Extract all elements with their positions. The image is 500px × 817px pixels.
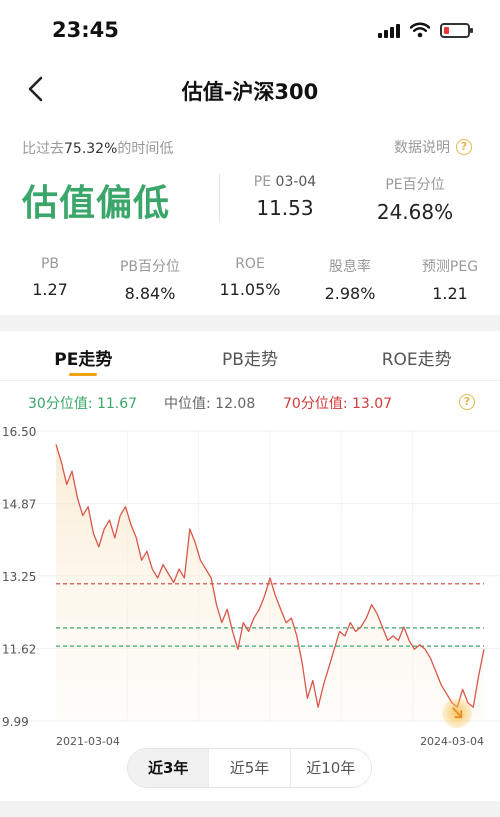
compare-text: 比过去75.32%的时间低 [22, 138, 173, 158]
range-10y-button[interactable]: 近10年 [291, 749, 371, 787]
percentile-legend: 30分位值: 11.67 中位值: 12.08 70分位值: 13.07 ? [0, 393, 500, 417]
stat-pb-percentile: PB百分位 8.84% [100, 256, 200, 303]
compare-prefix: 比过去 [22, 141, 64, 157]
trend-chart-card: PE走势 PB走势 ROE走势 30分位值: 11.67 中位值: 12.08 … [0, 331, 500, 801]
x-tick-label: 2021-03-04 [56, 735, 120, 746]
y-tick-label: 9.99 [2, 715, 29, 729]
stat-pb: PB 1.27 [0, 256, 100, 303]
pe-percentile-value: 24.68% [376, 200, 454, 224]
tab-pb-trend[interactable]: PB走势 [167, 331, 334, 380]
data-explain-link[interactable]: 数据说明 ? [394, 137, 472, 157]
p30-value: 11.67 [96, 396, 138, 412]
vertical-divider [219, 174, 220, 222]
pe-label-row: PE 03-04 [240, 174, 330, 190]
status-icons [378, 22, 473, 38]
pe-label: PE [253, 174, 272, 190]
valuation-summary-card: 比过去75.32%的时间低 数据说明 ? 估值偏低 PE 03-04 11.53… [0, 118, 500, 315]
pe-trend-chart: 16.50 14.87 13.25 11.62 9.99 2021-03-04 2024-0… [0, 425, 500, 746]
range-3y-button[interactable]: 近3年 [128, 749, 210, 787]
valuation-status: 估值偏低 [22, 183, 171, 224]
stat-value: 8.84% [124, 284, 176, 303]
median-value: 12.08 [215, 396, 256, 412]
p70-legend: 70分位值: 13.07 [283, 393, 392, 413]
x-tick-label: 2024-03-04 [420, 735, 484, 746]
stat-value: 11.05% [219, 280, 281, 299]
stats-row: PB 1.27 PB百分位 8.84% ROE 11.05% 股息率 2.98%… [0, 256, 500, 303]
pe-value: 11.53 [256, 196, 314, 220]
stat-label: 股息率 [329, 259, 371, 275]
stat-label: PB [40, 256, 60, 272]
time-range-switch: 近3年 近5年 近10年 [127, 748, 372, 788]
p70-value: 13.07 [351, 396, 393, 412]
nav-bar: 估值-沪深300 [0, 62, 500, 118]
chart-help-icon[interactable]: ? [459, 394, 475, 410]
p30-legend: 30分位值: 11.67 [28, 393, 137, 413]
stat-value: 2.98% [324, 284, 376, 303]
stat-forecast-peg: 预测PEG 1.21 [400, 256, 500, 303]
compare-value: 75.32% [64, 141, 118, 157]
pe-percentile-label: PE百分位 [385, 177, 445, 193]
tab-roe-trend[interactable]: ROE走势 [333, 331, 500, 380]
stat-roe: ROE 11.05% [200, 256, 300, 303]
y-tick-label: 16.50 [2, 425, 36, 439]
battery-icon [440, 22, 473, 38]
p30-label: 30分位值: [28, 396, 93, 412]
stat-value: 1.21 [432, 284, 468, 303]
stat-label: PB百分位 [119, 259, 181, 275]
pe-date: 03-04 [275, 174, 317, 190]
data-explain-label: 数据说明 [394, 140, 450, 156]
wifi-icon [410, 22, 430, 38]
y-tick-label: 14.87 [2, 498, 36, 512]
median-legend: 中位值: 12.08 [164, 393, 255, 413]
stat-label: 预测PEG [421, 259, 479, 275]
y-tick-label: 11.62 [2, 642, 36, 656]
range-5y-button[interactable]: 近5年 [209, 749, 291, 787]
pe-percentile-metric: PE百分位 24.68% [360, 174, 470, 224]
pe-metric: PE 03-04 11.53 [240, 174, 330, 220]
median-label: 中位值: [164, 396, 211, 412]
trend-tabs: PE走势 PB走势 ROE走势 [0, 331, 500, 381]
cellular-signal-icon [378, 22, 400, 38]
stat-label: ROE [235, 256, 265, 272]
help-icon: ? [456, 139, 472, 155]
page-title: 估值-沪深300 [181, 80, 319, 104]
y-tick-label: 13.25 [2, 570, 36, 584]
p70-label: 70分位值: [283, 396, 348, 412]
tab-pe-trend[interactable]: PE走势 [0, 331, 167, 380]
status-time: 23:45 [52, 18, 119, 42]
compare-suffix: 的时间低 [117, 141, 174, 157]
stat-value: 1.27 [32, 280, 68, 299]
status-bar: 23:45 [0, 0, 500, 62]
stat-dividend-yield: 股息率 2.98% [300, 256, 400, 303]
